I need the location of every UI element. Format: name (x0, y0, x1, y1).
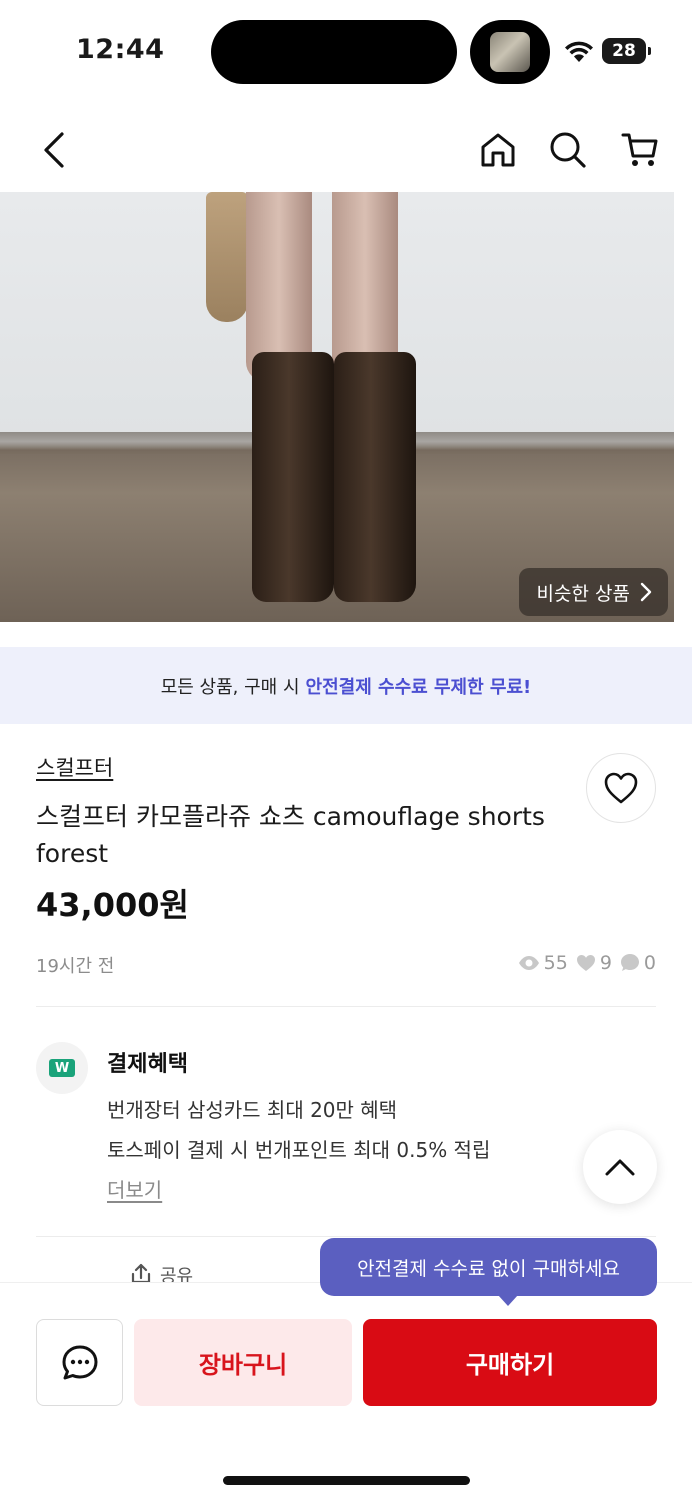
banner-highlight: 안전결제 수수료 무제한 무료! (305, 676, 532, 698)
similar-products-label: 비슷한 상품 (536, 582, 630, 605)
home-button[interactable] (476, 128, 520, 172)
won-logo-icon: W (49, 1059, 75, 1077)
benefit-line: 토스페이 결제 시 번개포인트 최대 0.5% 적립 (107, 1138, 491, 1162)
product-title: 스컬프터 카모플라쥬 쇼츠 camouflage shorts forest (36, 802, 545, 868)
divider (36, 1236, 656, 1237)
scroll-to-top-button[interactable] (583, 1130, 657, 1204)
chat-button[interactable] (36, 1319, 123, 1406)
image-bag (206, 192, 248, 322)
live-activity-thumbnail (490, 32, 530, 72)
benefit-title: 결제혜택 (107, 1052, 188, 1077)
like-count-value: 9 (599, 952, 612, 974)
share-label: 공유 (160, 1266, 194, 1284)
like-button[interactable] (586, 753, 656, 823)
payment-benefit-logo: W (36, 1042, 88, 1094)
chevron-right-icon (640, 582, 652, 602)
like-count: 9 (576, 952, 612, 974)
battery-indicator: 28 (602, 38, 651, 64)
share-button[interactable]: 공유 (130, 1262, 193, 1284)
status-bar: 12:44 28 (0, 0, 692, 100)
product-price: 43,000원 (36, 886, 189, 924)
shop-name-link[interactable]: 스컬프터 (36, 752, 113, 782)
heart-filled-icon (576, 955, 595, 971)
add-to-cart-button[interactable]: 장바구니 (134, 1319, 352, 1406)
safe-payment-tooltip: 안전결제 수수료 없이 구매하세요 (320, 1238, 657, 1306)
comment-icon (620, 954, 639, 971)
home-indicator (223, 1476, 470, 1485)
status-time: 12:44 (76, 34, 165, 65)
benefit-line: 번개장터 삼성카드 최대 20만 혜택 (107, 1098, 398, 1122)
dynamic-island (211, 20, 457, 84)
view-count-value: 55 (543, 952, 568, 974)
cart-icon (621, 133, 658, 166)
banner-text: 모든 상품, 구매 시 (160, 676, 300, 698)
divider (36, 1006, 656, 1007)
back-button[interactable] (32, 128, 76, 172)
top-nav-bar (0, 106, 692, 192)
posted-time: 19시간 전 (36, 956, 115, 977)
eye-icon (518, 956, 539, 970)
wifi-icon (565, 41, 593, 62)
comment-count-value: 0 (643, 952, 656, 974)
cart-button[interactable] (618, 128, 662, 172)
promo-banner[interactable]: 모든 상품, 구매 시 안전결제 수수료 무제한 무료! (0, 647, 692, 724)
similar-products-button[interactable]: 비슷한 상품 (518, 568, 668, 616)
search-button[interactable] (546, 128, 590, 172)
chevron-up-icon (605, 1159, 635, 1176)
comment-count: 0 (620, 952, 656, 974)
benefit-more-link[interactable]: 더보기 (107, 1174, 162, 1203)
image-boot-right (334, 352, 416, 602)
image-boot-left (252, 352, 334, 602)
heart-icon (604, 772, 638, 804)
search-icon (550, 132, 586, 168)
share-icon (131, 1263, 151, 1284)
view-count: 55 (518, 952, 568, 974)
home-icon (481, 133, 515, 167)
product-stats: 55 9 0 (518, 952, 656, 974)
chevron-left-icon (44, 132, 64, 168)
buy-now-button[interactable]: 구매하기 (363, 1319, 657, 1406)
product-image[interactable]: 비슷한 상품 (0, 192, 674, 622)
chat-icon (62, 1345, 97, 1379)
